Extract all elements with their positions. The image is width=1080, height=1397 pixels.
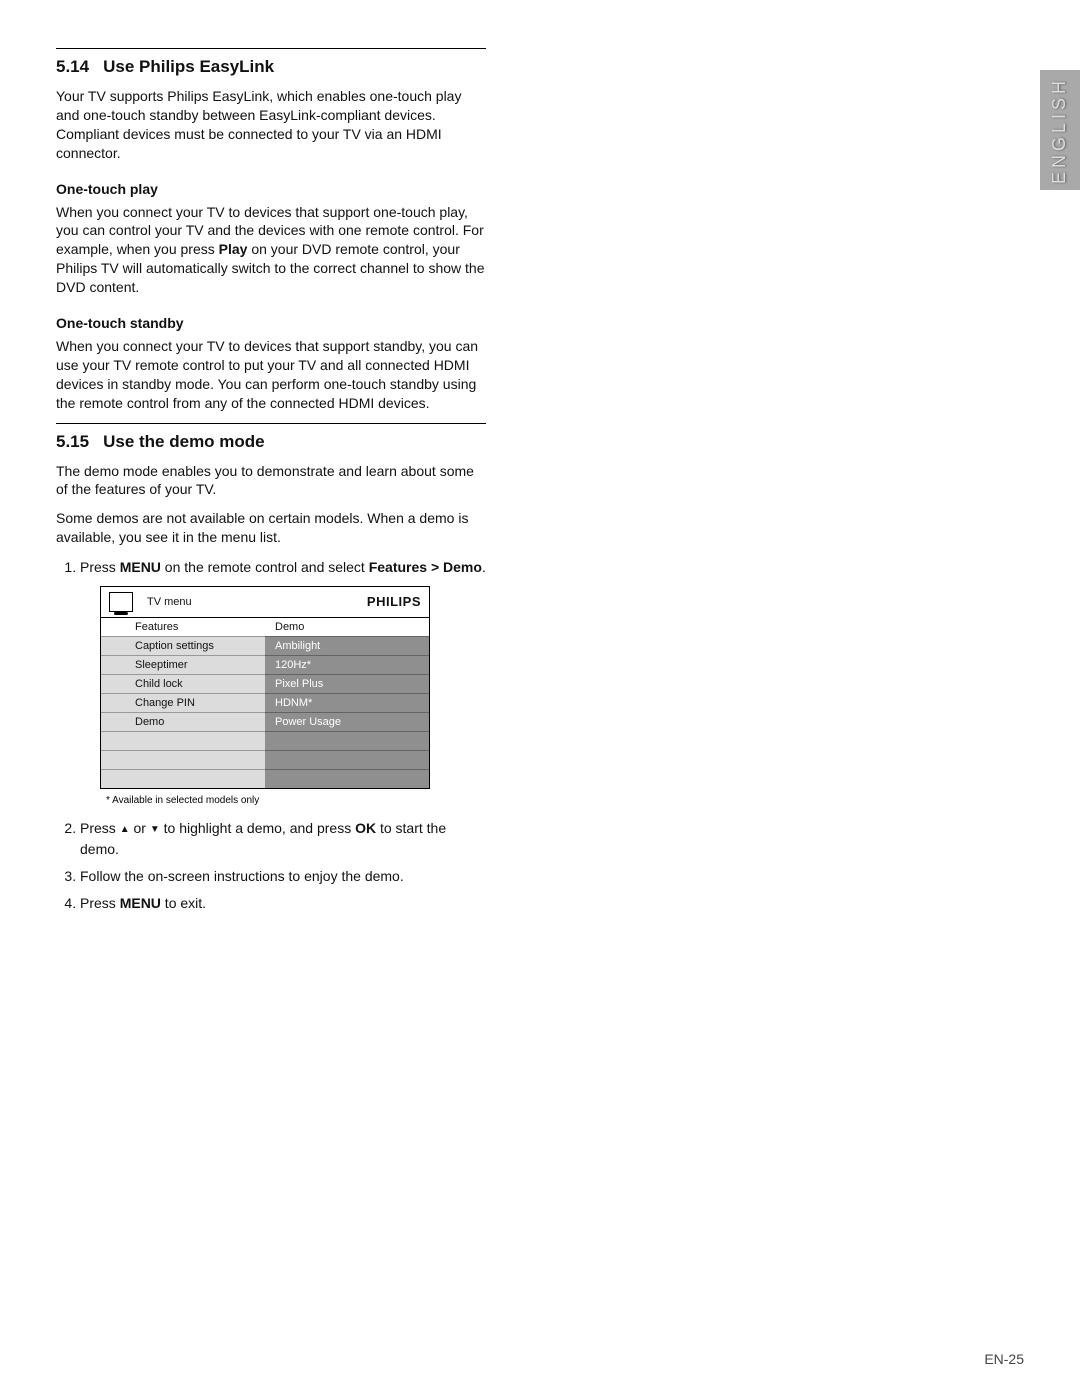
language-tab: ENGLISH <box>1040 70 1080 190</box>
subheading-one-touch-play: One-touch play <box>56 181 486 197</box>
menu-left-item <box>101 731 265 750</box>
step-4: Press MENU to exit. <box>80 893 486 914</box>
menu-right-item: 120Hz* <box>265 655 429 674</box>
up-arrow-icon: ▲ <box>120 825 130 835</box>
menu-right-item: Ambilight <box>265 636 429 655</box>
tv-menu-diagram: TV menu PHILIPS Features Demo Caption se… <box>100 586 430 789</box>
text-fragment: or <box>130 820 150 836</box>
demo-intro-2: Some demos are not available on certain … <box>56 509 486 547</box>
menu-left-item: Demo <box>101 712 265 731</box>
demo-intro-1: The demo mode enables you to demonstrate… <box>56 462 486 500</box>
menu-left-item: Sleeptimer <box>101 655 265 674</box>
bold-ok: OK <box>355 820 376 836</box>
brand-label: PHILIPS <box>367 592 421 612</box>
menu-left-item: Change PIN <box>101 693 265 712</box>
page-number: EN-25 <box>984 1351 1024 1367</box>
tv-menu-title-wrap: TV menu <box>109 592 367 612</box>
menu-right-item: HDNM* <box>265 693 429 712</box>
section-number: 5.15 <box>56 432 89 452</box>
step-2: Press ▲ or ▼ to highlight a demo, and pr… <box>80 818 486 860</box>
menu-left-item: Child lock <box>101 674 265 693</box>
text-fragment: Press <box>80 895 120 911</box>
text-fragment: to exit. <box>161 895 206 911</box>
step-3: Follow the on-screen instructions to enj… <box>80 866 486 887</box>
bold-menu: MENU <box>120 895 161 911</box>
text-fragment: on the remote control and select <box>161 559 369 575</box>
step-1: Press MENU on the remote control and sel… <box>80 557 486 808</box>
text-fragment: to highlight a demo, and press <box>160 820 355 836</box>
section-heading-demo: 5.15 Use the demo mode <box>56 432 486 452</box>
one-touch-play-body: When you connect your TV to devices that… <box>56 203 486 297</box>
language-label: ENGLISH <box>1050 76 1071 183</box>
text-fragment: Press <box>80 820 120 836</box>
bold-menu: MENU <box>120 559 161 575</box>
content-column: 5.14 Use Philips EasyLink Your TV suppor… <box>56 48 486 914</box>
menu-footnote: * Available in selected models only <box>106 793 486 808</box>
menu-col-header-right: Demo <box>265 618 429 636</box>
menu-left-item <box>101 769 265 788</box>
menu-right-item <box>265 731 429 750</box>
menu-right-item: Power Usage <box>265 712 429 731</box>
tv-menu-title: TV menu <box>147 594 192 611</box>
menu-right-item: Pixel Plus <box>265 674 429 693</box>
tv-menu-header: TV menu PHILIPS <box>101 587 429 618</box>
menu-left-item: Caption settings <box>101 636 265 655</box>
menu-col-header-left: Features <box>101 618 265 636</box>
section-number: 5.14 <box>56 57 89 77</box>
menu-right-item <box>265 750 429 769</box>
section-title: Use Philips EasyLink <box>103 57 274 77</box>
tv-menu-grid: Features Demo Caption settings Ambilight… <box>101 618 429 788</box>
demo-steps: Press MENU on the remote control and sel… <box>56 557 486 914</box>
subheading-one-touch-standby: One-touch standby <box>56 315 486 331</box>
page: ENGLISH 5.14 Use Philips EasyLink Your T… <box>0 0 1080 1397</box>
bold-path: Features > Demo <box>369 559 482 575</box>
down-arrow-icon: ▼ <box>150 825 160 835</box>
menu-left-item <box>101 750 265 769</box>
one-touch-standby-body: When you connect your TV to devices that… <box>56 337 486 413</box>
section-rule <box>56 423 486 424</box>
section-heading-easylink: 5.14 Use Philips EasyLink <box>56 57 486 77</box>
section-rule <box>56 48 486 49</box>
text-fragment: . <box>482 559 486 575</box>
bold-play: Play <box>219 241 248 257</box>
menu-right-item <box>265 769 429 788</box>
tv-icon <box>109 592 133 612</box>
easylink-intro: Your TV supports Philips EasyLink, which… <box>56 87 486 163</box>
text-fragment: Press <box>80 559 120 575</box>
section-title: Use the demo mode <box>103 432 265 452</box>
